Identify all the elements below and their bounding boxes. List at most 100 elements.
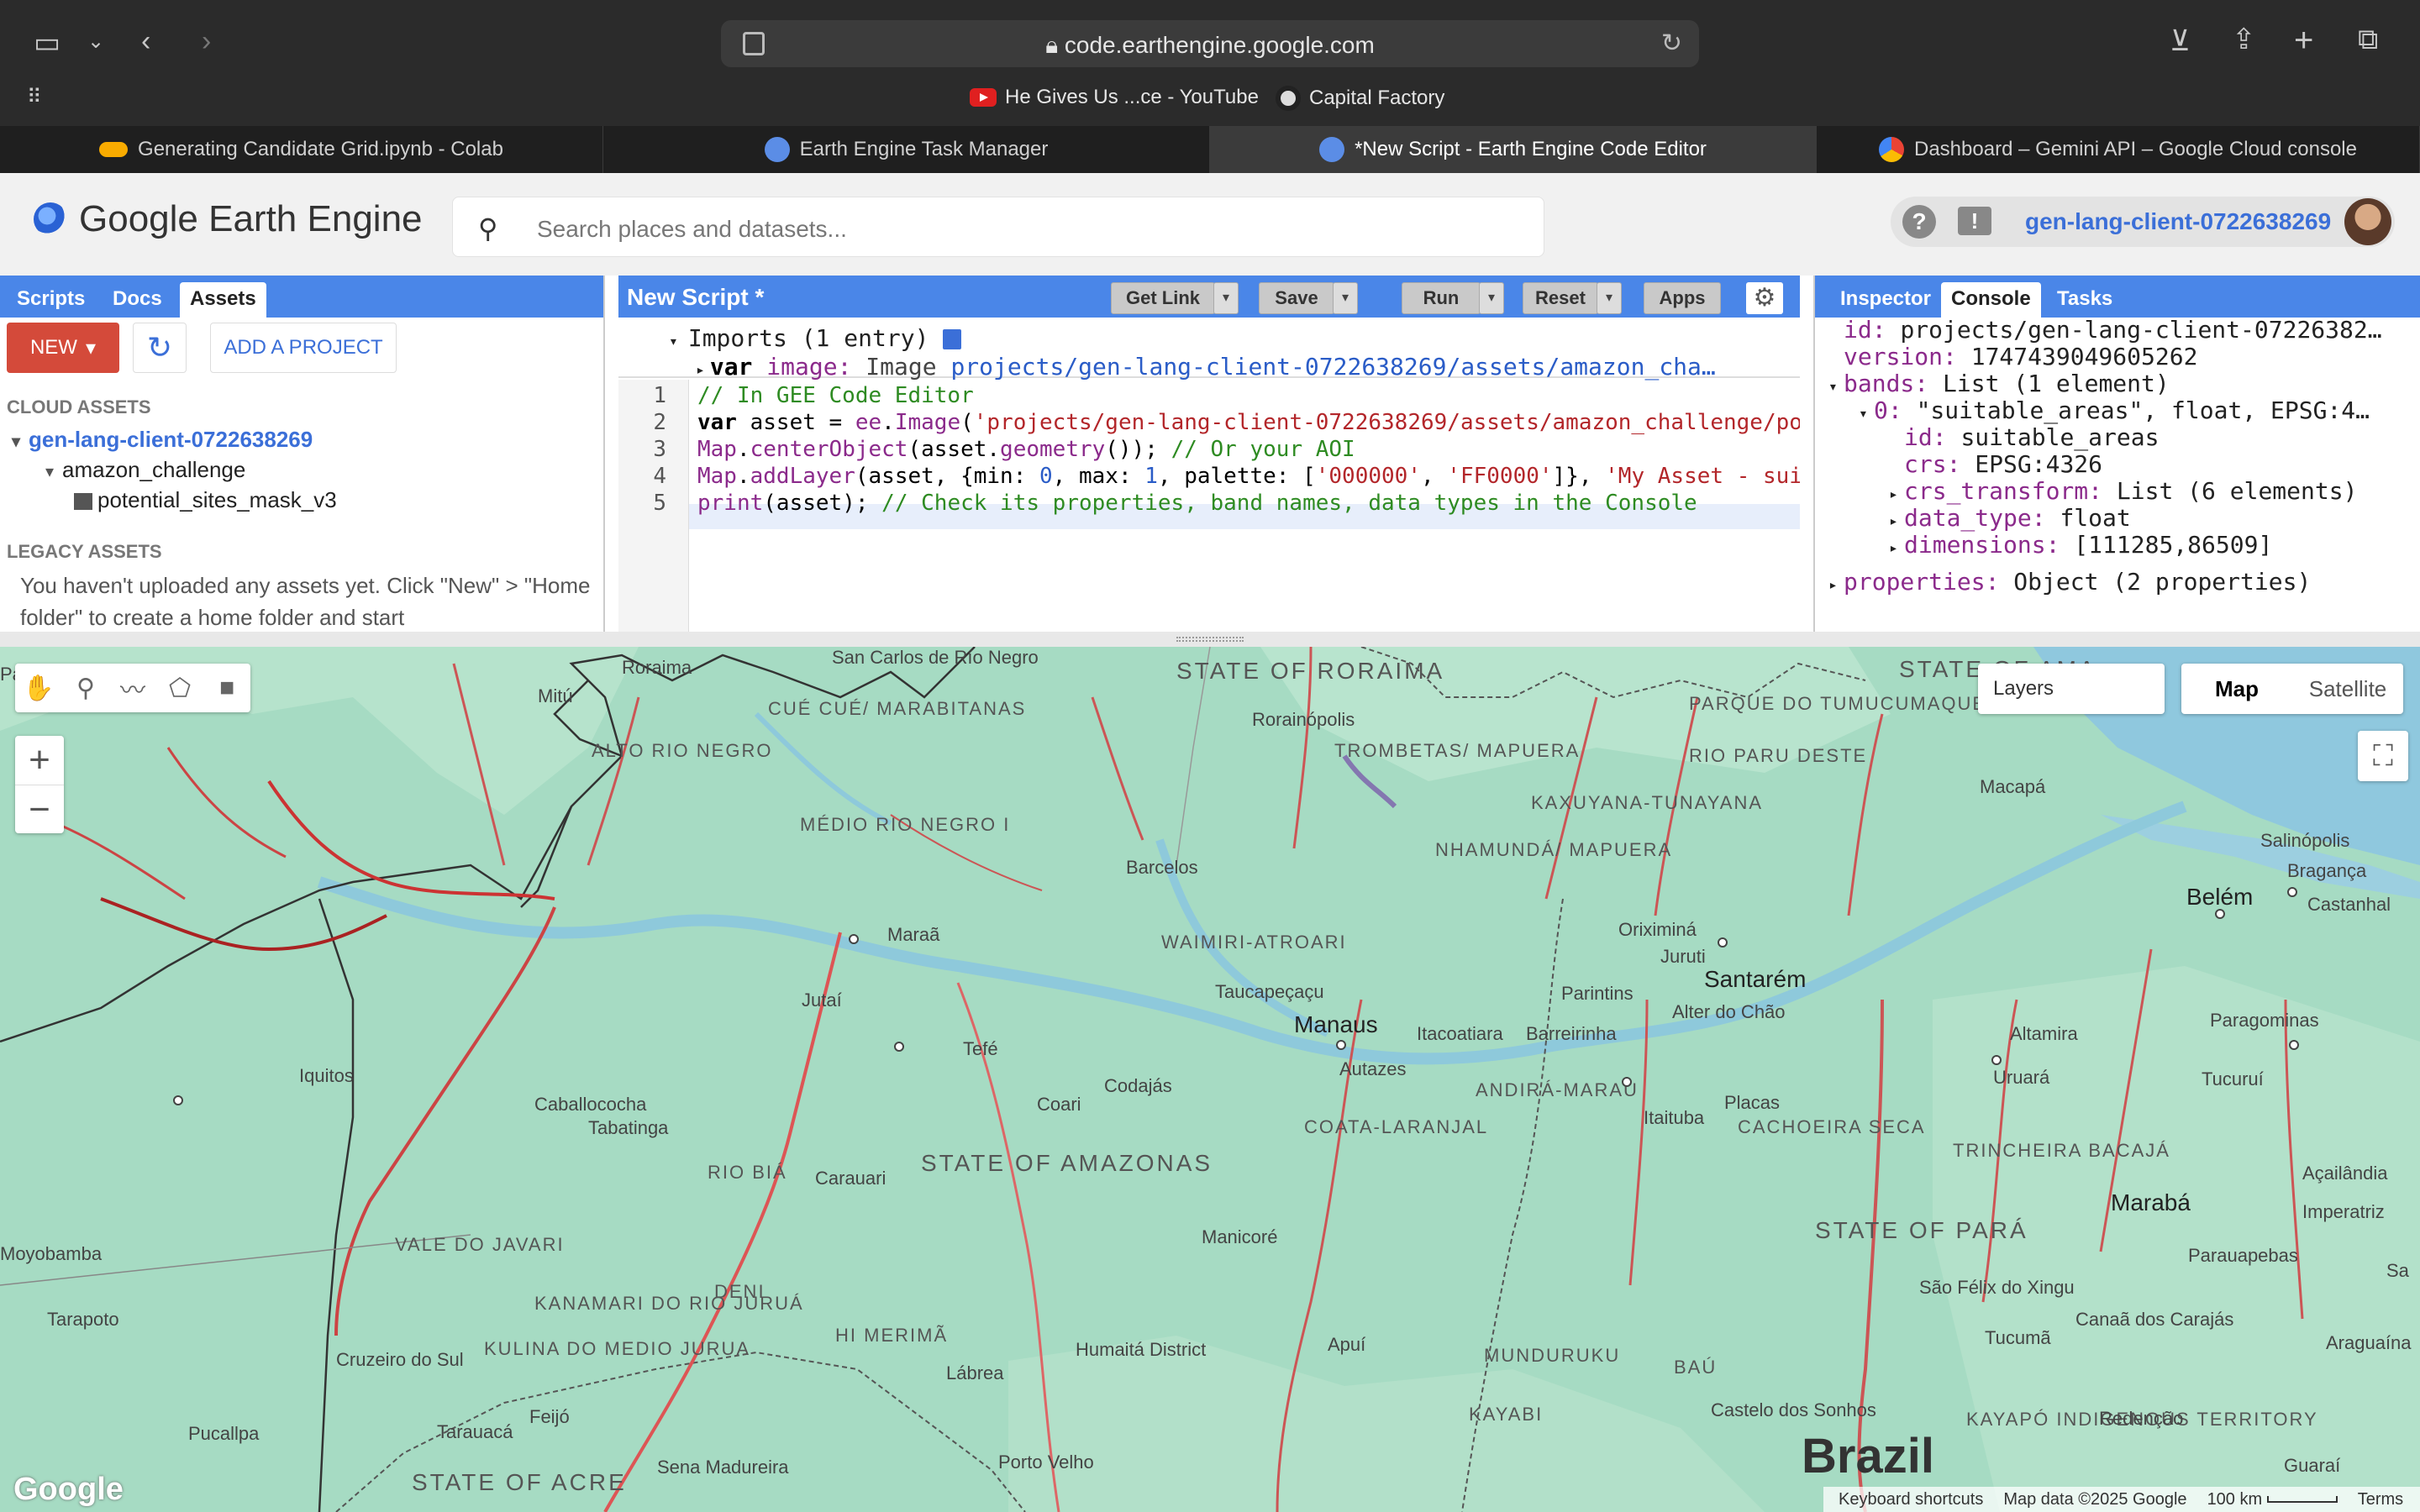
console-row[interactable]: ▾ 0: "suitable_areas", float, EPSG:4… [1859,396,2370,424]
terms-link[interactable]: Terms [2358,1490,2403,1509]
project-selector[interactable]: gen-lang-client-0722638269 [2025,208,2331,235]
city-label: Salinópolis [2260,830,2350,851]
scale-bar-line [2266,1496,2338,1504]
add-project-button[interactable]: ADD A PROJECT [210,323,397,373]
save-button[interactable]: Save [1259,282,1334,314]
zoom-in-button[interactable]: + [15,736,64,785]
tab-scripts[interactable]: Scripts [7,282,95,318]
bookmark-capital-factory[interactable]: Capital Factory [1276,86,1444,111]
get-link-button[interactable]: Get Link [1111,282,1215,314]
get-link-dropdown[interactable]: ▾ [1213,282,1239,314]
fullscreen-icon[interactable]: ⛶ [2358,731,2408,781]
panel-splitter[interactable] [0,632,2420,647]
tab-tasks[interactable]: Tasks [2047,282,2123,318]
code-line[interactable]: Map.centerObject(asset.geometry()); // O… [697,437,1355,462]
youtube-icon [970,88,997,107]
save-dropdown[interactable]: ▾ [1333,282,1358,314]
console-key: id: [1904,423,1947,451]
tab-gemini-dashboard[interactable]: Dashboard – Gemini API – Google Cloud co… [1817,126,2420,173]
console-row[interactable]: ▸ properties: Object (2 properties) [1828,568,2311,596]
map-type-map[interactable]: Map [2181,664,2292,714]
zoom-out-button[interactable]: − [15,785,64,834]
code-token: , max: [1052,464,1145,489]
tab-code-editor[interactable]: *New Script - Earth Engine Code Editor [1210,126,1817,173]
tab-colab[interactable]: Generating Candidate Grid.ipynb - Colab [0,126,603,173]
map-type-satellite[interactable]: Satellite [2292,664,2403,714]
download-icon[interactable]: ⊻ [2170,27,2191,55]
avatar[interactable] [2344,198,2391,245]
tab-console[interactable]: Console [1941,282,2041,318]
tree-project[interactable]: ▾ gen-lang-client-0722638269 [12,427,313,453]
tab-overview-icon[interactable]: ⧉ [2358,25,2378,54]
city-label: Codajás [1104,1075,1172,1096]
console-row: id: projects/gen-lang-client-07226382… [1844,316,2382,344]
console-key: crs: [1904,450,1961,478]
console-value: [111285,86509] [2074,531,2273,559]
city-label: Feijó [529,1406,570,1427]
rectangle-tool-icon[interactable]: ■ [203,664,250,712]
imports-header[interactable]: ▾ Imports (1 entry) [669,324,962,352]
sidebar-toggle-icon[interactable]: ▭ [34,29,60,57]
google-logo: Google [13,1472,124,1507]
region-label: RIO PARU DESTE [1689,745,1868,766]
line-tool-icon[interactable]: 〰 [109,664,156,712]
new-button[interactable]: NEW ▾ [7,323,119,373]
import-entry[interactable]: ▸ var image: Image projects/gen-lang-clie… [696,353,1716,381]
code-area[interactable]: 12345 // In GEE Code Editor var asset = e… [618,380,1800,632]
gear-icon[interactable]: ⚙ [1746,282,1783,314]
map-view[interactable]: STATE OF RORAIMA STATE OF AMAZONAS STATE O… [0,647,2420,1512]
back-icon[interactable]: ‹ [141,27,150,55]
search-input[interactable]: ⚲ Search places and datasets... [452,197,1544,257]
help-icon[interactable]: ? [1902,205,1936,239]
country-label: Brazil [1802,1429,1934,1483]
tree-asset[interactable]: potential_sites_mask_v3 [74,487,337,513]
console-row[interactable]: ▸ dimensions: [111285,86509] [1889,531,2273,559]
code-line[interactable]: Map.addLayer(asset, {min: 0, max: 1, pal… [697,464,1800,489]
code-line[interactable]: print(asset); // Check its properties, b… [697,491,1697,516]
run-dropdown[interactable]: ▾ [1479,282,1504,314]
apps-button[interactable]: Apps [1644,282,1721,314]
code-line[interactable]: var asset = ee.Image('projects/gen-lang-… [697,410,1800,435]
feedback-icon[interactable]: ! [1958,207,1991,235]
refresh-button[interactable]: ↻ [133,323,187,373]
layers-button[interactable]: Layers [1978,664,2165,714]
pan-hand-icon[interactable]: ✋ [15,664,62,712]
tab-task-manager[interactable]: Earth Engine Task Manager [603,126,1210,173]
forward-icon[interactable]: › [202,27,211,55]
app-logo[interactable]: Google Earth Engine [34,198,423,240]
console-row[interactable]: ▸ crs_transform: List (6 elements) [1889,477,2357,505]
bookmarks-bar: He Gives Us ...ce - YouTube Capital Fact… [0,86,2420,116]
address-bar[interactable]: 🔒︎ code.earthengine.google.com ↻ [721,20,1699,67]
console-value: List (1 element) [1943,370,2170,397]
console-key: id: [1844,316,1886,344]
state-label: STATE OF ACRE [412,1469,627,1495]
reset-dropdown[interactable]: ▾ [1597,282,1622,314]
city-label: Guaraí [2284,1455,2341,1476]
keyboard-shortcuts-link[interactable]: Keyboard shortcuts [1839,1490,1983,1509]
city-label: Barcelos [1126,857,1198,878]
tab-inspector[interactable]: Inspector [1830,282,1941,318]
tree-folder[interactable]: ▾ amazon_challenge [45,457,245,483]
city-label: Placas [1724,1092,1781,1113]
code-token: 'FF0000' [1447,464,1553,489]
city-label: Marabá [2111,1189,2191,1215]
city-dot-icon [1718,937,1728,948]
run-button[interactable]: Run [1402,282,1481,314]
new-tab-icon[interactable]: + [2294,24,2313,57]
reset-button[interactable]: Reset [1523,282,1598,314]
tab-assets[interactable]: Assets [180,282,266,318]
city-label: Altamira [2010,1023,2078,1044]
chevron-down-icon[interactable]: ⌄ [87,32,104,52]
console-key: version: [1844,343,1957,370]
tab-docs[interactable]: Docs [103,282,172,318]
city-label: Bragança [2287,860,2367,881]
search-placeholder: Search places and datasets... [537,216,847,242]
reload-icon[interactable]: ↻ [1661,29,1682,58]
marker-icon[interactable]: ⚲ [62,664,109,712]
polygon-tool-icon[interactable]: ⬠ [156,664,203,712]
console-row[interactable]: ▸ data_type: float [1889,504,2131,532]
code-line[interactable]: // In GEE Code Editor [697,383,974,408]
share-icon[interactable]: ⇪ [2232,25,2256,54]
bookmark-youtube[interactable]: He Gives Us ...ce - YouTube [970,86,1259,109]
console-row[interactable]: ▾ bands: List (1 element) [1828,370,2170,397]
